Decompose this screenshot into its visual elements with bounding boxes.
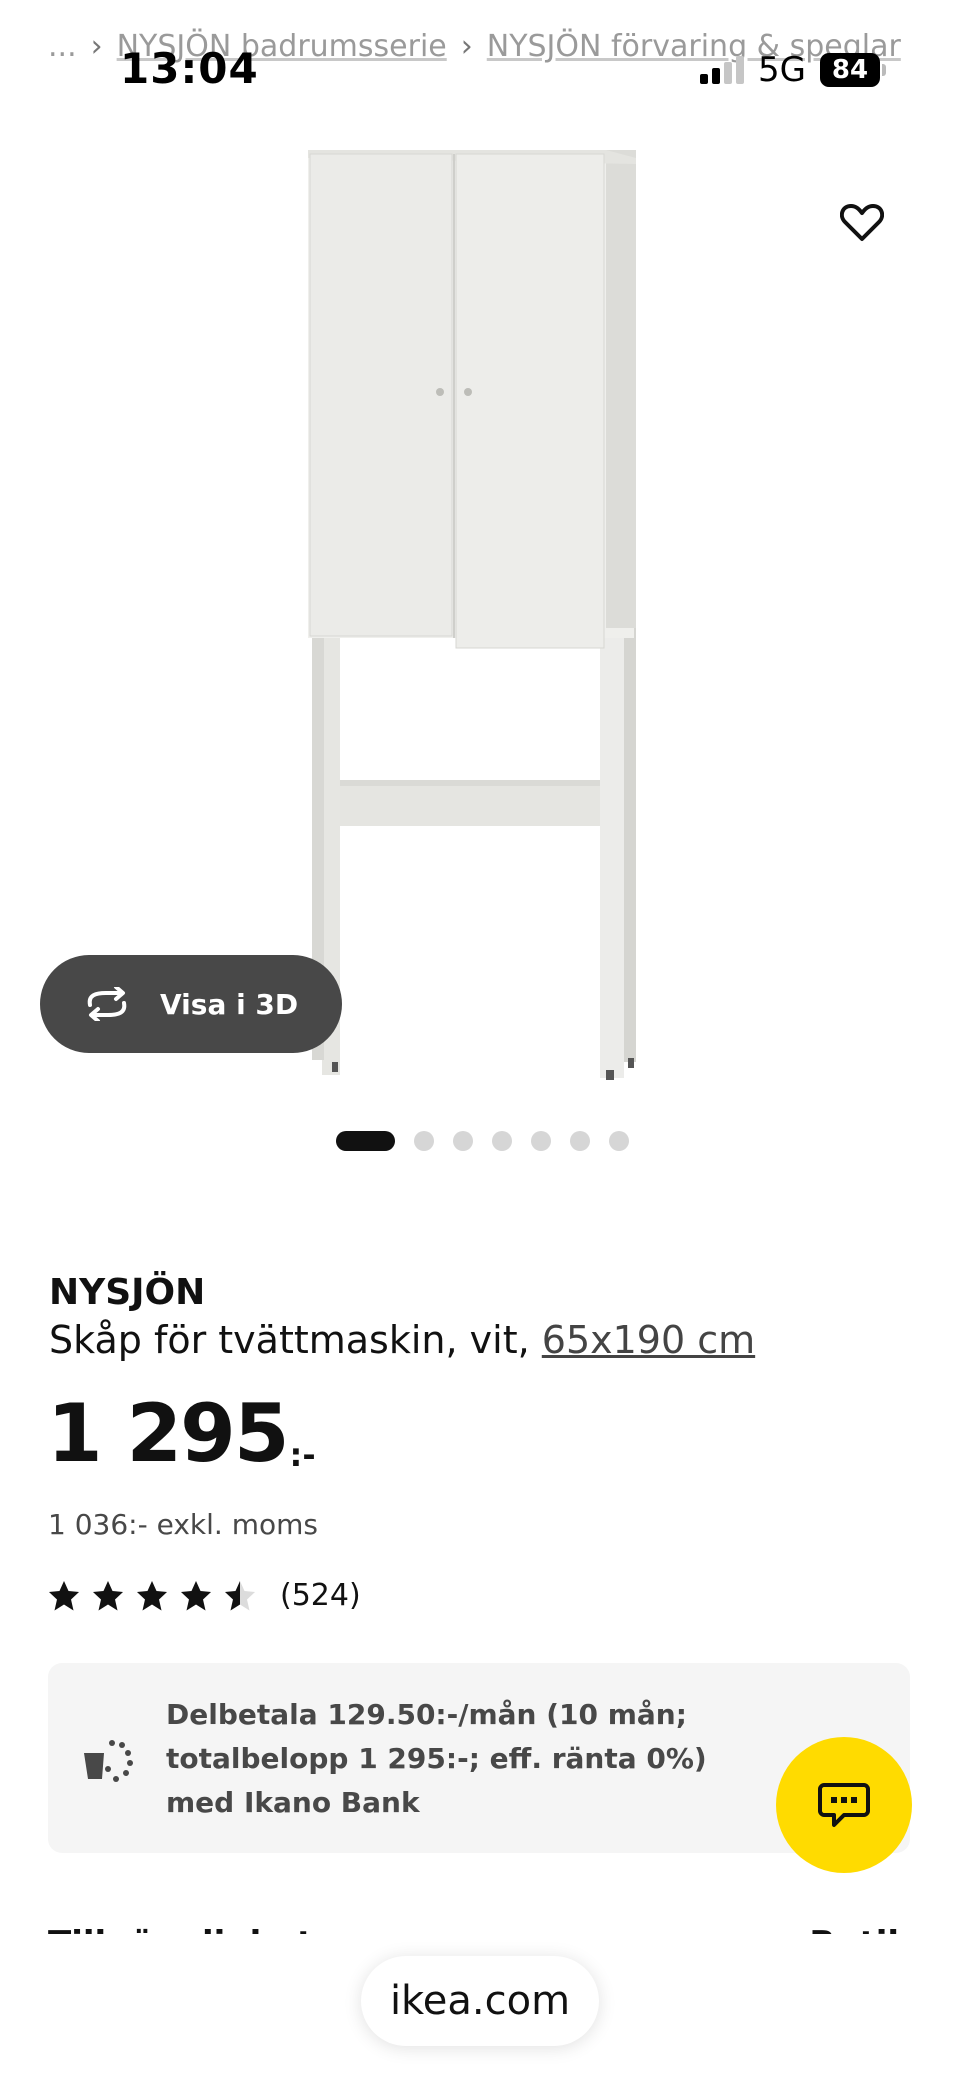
carousel-dot[interactable] — [570, 1131, 590, 1151]
breadcrumb-ellipsis[interactable]: ... — [48, 29, 77, 64]
star-icon — [49, 1580, 79, 1610]
price-suffix: :- — [289, 1436, 316, 1474]
carousel-dot[interactable] — [531, 1131, 551, 1151]
view-in-3d-button[interactable]: Visa i 3D — [40, 955, 342, 1053]
chat-bubble-icon — [818, 1783, 870, 1827]
review-count: (524) — [280, 1578, 361, 1613]
status-indicators: 5G 84 — [700, 50, 886, 90]
carousel-dot[interactable] — [453, 1131, 473, 1151]
star-icon — [93, 1580, 123, 1610]
carousel-dot[interactable] — [492, 1131, 512, 1151]
address-bar-url: ikea.com — [389, 1978, 571, 2024]
product-description-text: Skåp för tvättmaskin, vit, — [49, 1318, 530, 1362]
star-icon — [181, 1580, 211, 1610]
network-type: 5G — [758, 50, 806, 90]
rotate-3d-icon — [87, 987, 127, 1021]
availability-section-header: Tillgänglighet Butik — [48, 1914, 910, 1934]
product-page: ... › NYSJÖN badrumsserie › NYSJÖN förva… — [0, 0, 960, 2081]
availability-label: Tillgänglighet — [48, 1914, 313, 1934]
product-price: 1 295 :- — [47, 1387, 316, 1480]
product-name: NYSJÖN — [49, 1272, 206, 1313]
star-icon — [137, 1580, 167, 1610]
heart-icon — [840, 204, 884, 241]
view-in-3d-label: Visa i 3D — [160, 987, 299, 1021]
product-rating[interactable]: (524) — [48, 1578, 361, 1613]
status-time: 13:04 — [120, 44, 259, 93]
product-description: Skåp för tvättmaskin, vit, 65x190 cm — [49, 1318, 755, 1362]
product-image[interactable] — [290, 140, 670, 1080]
chat-support-button[interactable] — [776, 1737, 912, 1873]
browser-address-bar[interactable]: ikea.com — [361, 1956, 599, 2046]
chevron-right-icon: › — [90, 28, 103, 64]
battery-icon: 84 — [820, 53, 886, 87]
battery-level: 84 — [831, 55, 869, 85]
installment-text: Delbetala 129.50:-/mån (10 mån; totalbel… — [166, 1698, 707, 1819]
price-excl-vat: 1 036:- exkl. moms — [48, 1508, 318, 1541]
favorite-button[interactable] — [836, 196, 888, 248]
image-carousel-indicator — [336, 1131, 629, 1151]
price-amount: 1 295 — [47, 1387, 290, 1480]
cellular-signal-icon — [700, 56, 745, 84]
carousel-dot[interactable] — [414, 1131, 434, 1151]
rating-stars — [48, 1580, 256, 1612]
carousel-dot[interactable] — [609, 1131, 629, 1151]
chevron-right-icon: › — [460, 28, 473, 64]
star-icon — [225, 1580, 255, 1610]
carousel-dot[interactable] — [336, 1131, 395, 1151]
store-label: Butik — [809, 1914, 910, 1934]
product-size-link[interactable]: 65x190 cm — [542, 1318, 755, 1362]
payment-plan-icon — [84, 1740, 133, 1782]
